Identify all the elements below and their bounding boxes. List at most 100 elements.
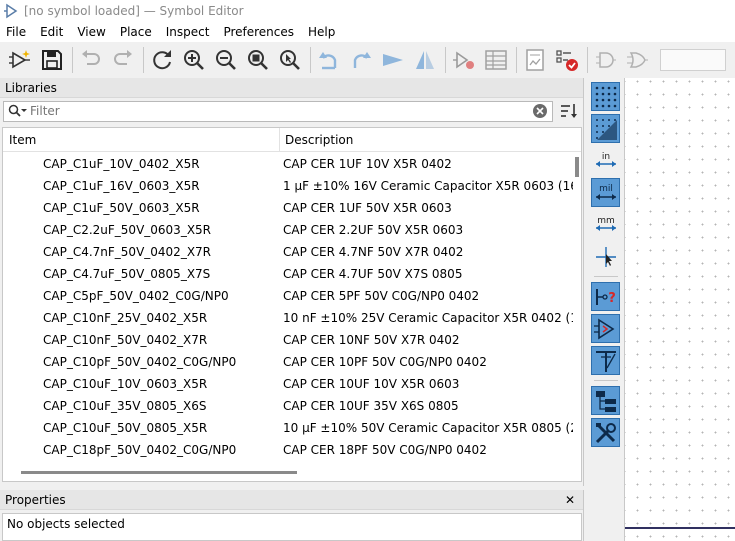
units-mm-icon: mm <box>595 216 616 231</box>
close-icon[interactable]: ✕ <box>565 493 575 507</box>
undo-button[interactable] <box>77 46 105 74</box>
pin-table-view-button[interactable] <box>591 346 620 375</box>
symbol-editor-app-icon <box>4 3 18 19</box>
row-description: CAP CER 10UF 10V X5R 0603 <box>283 377 460 391</box>
new-symbol-icon <box>9 50 30 69</box>
search-icon[interactable] <box>8 103 30 119</box>
symbol-library-tree[interactable]: Item Description CAP_C1uF_10V_0402_X5R CA… <box>2 127 582 482</box>
table-row[interactable]: CAP_C10nF_50V_0402_X7R CAP CER 10NF 50V X… <box>3 329 573 351</box>
vertical-scrollbar[interactable] <box>573 153 581 463</box>
check-icon <box>556 50 578 71</box>
datasheet-icon <box>526 49 544 71</box>
grid-overlay-icon <box>595 118 617 140</box>
table-row[interactable]: CAP_C1uF_50V_0603_X5R CAP CER 1UF 50V X5R… <box>3 197 573 219</box>
table-row[interactable]: CAP_C4.7uF_50V_0805_X7S CAP CER 4.7UF 50V… <box>3 263 573 285</box>
menu-inspect[interactable]: Inspect <box>159 25 217 39</box>
refresh-icon <box>153 50 171 70</box>
main-toolbar <box>0 42 735 78</box>
refresh-button[interactable] <box>148 46 176 74</box>
column-header-description[interactable]: Description <box>280 133 353 147</box>
mirror-horizontal-button[interactable] <box>379 46 407 74</box>
vertical-scrollbar-thumb[interactable] <box>575 157 579 177</box>
zoom-out-button[interactable] <box>212 46 240 74</box>
zoom-in-button[interactable] <box>180 46 208 74</box>
menu-view[interactable]: View <box>70 25 112 39</box>
menu-place[interactable]: Place <box>113 25 159 39</box>
mirror-vertical-button[interactable] <box>411 46 439 74</box>
new-symbol-button[interactable] <box>6 46 34 74</box>
grid-dots-button[interactable] <box>591 82 620 111</box>
save-icon <box>42 50 62 70</box>
row-description: CAP CER 1UF 10V X5R 0402 <box>283 157 452 171</box>
filter-input[interactable] <box>30 104 532 118</box>
table-row[interactable]: CAP_C10uF_10V_0603_X5R CAP CER 10UF 10V X… <box>3 373 573 395</box>
libraries-panel: Libraries Filter Item Description CAP_C1… <box>0 78 584 486</box>
undo-icon <box>82 50 100 65</box>
zoom-selection-button[interactable] <box>276 46 304 74</box>
deMorgan-standard-button[interactable] <box>592 46 620 74</box>
deMorgan-standard-icon <box>596 52 616 68</box>
grid-overlay-button[interactable] <box>591 114 620 143</box>
properties-header: Properties ✕ <box>0 490 583 510</box>
table-row[interactable]: CAP_C10uF_50V_0805_X5R 10 µF ±10% 50V Cer… <box>3 417 573 439</box>
properties-tools-button[interactable] <box>591 418 620 447</box>
vtoolbar-separator <box>594 380 618 381</box>
table-row[interactable]: CAP_C1uF_10V_0402_X5R CAP CER 1UF 10V X5R… <box>3 153 573 175</box>
clear-filter-icon[interactable] <box>532 103 548 119</box>
toolbar-separator <box>72 47 73 73</box>
toolbar-separator <box>587 47 588 73</box>
horizontal-scrollbar-thumb[interactable] <box>21 471 297 474</box>
left-canvas-toolbar: in mil mm ? <box>588 78 623 541</box>
table-row[interactable]: CAP_C10pF_50V_0402_C0G/NP0 CAP CER 10PF 5… <box>3 351 573 373</box>
table-row[interactable]: CAP_C10uF_35V_0805_X6S CAP CER 10UF 35V X… <box>3 395 573 417</box>
drawing-canvas[interactable] <box>624 78 735 541</box>
symbol-properties-button[interactable] <box>450 46 478 74</box>
row-item-name: CAP_C10uF_10V_0603_X5R <box>43 377 208 391</box>
table-row[interactable]: CAP_C4.7nF_50V_0402_X7R CAP CER 4.7NF 50V… <box>3 241 573 263</box>
datasheet-button[interactable] <box>521 46 549 74</box>
table-row[interactable]: CAP_C1uF_16V_0603_X5R 1 µF ±10% 16V Ceram… <box>3 175 573 197</box>
mirror-h-icon <box>383 54 403 66</box>
row-description: CAP CER 2.2UF 50V X5R 0603 <box>283 223 464 237</box>
pin-hidden-button[interactable]: ? <box>591 282 620 311</box>
table-row[interactable]: CAP_C5pF_50V_0402_C0G/NP0 CAP CER 5PF 50V… <box>3 285 573 307</box>
zoom-fit-button[interactable] <box>244 46 272 74</box>
symbol-editor-window: [no symbol loaded] — Symbol Editor File … <box>0 0 735 541</box>
row-description: CAP CER 18PF 50V C0G/NP0 0402 <box>283 443 487 457</box>
units-mm-button[interactable]: mm <box>591 210 620 239</box>
save-button[interactable] <box>38 46 66 74</box>
table-row[interactable]: CAP_C18pF_50V_0402_C0G/NP0 CAP CER 18PF 5… <box>3 439 573 461</box>
tree-rows: CAP_C1uF_10V_0402_X5R CAP CER 1UF 10V X5R… <box>3 153 573 461</box>
hierarchy-navigator-button[interactable] <box>591 386 620 415</box>
row-description: CAP CER 4.7UF 50V X7S 0805 <box>283 267 463 281</box>
zoom-out-icon <box>216 50 236 70</box>
rotate-cw-button[interactable] <box>347 46 375 74</box>
pin-table-button[interactable] <box>482 46 510 74</box>
menu-edit[interactable]: Edit <box>33 25 70 39</box>
sort-button[interactable] <box>558 100 580 122</box>
properties-body: No objects selected <box>2 513 582 541</box>
check-symbol-button[interactable] <box>553 46 581 74</box>
zoom-selection-icon <box>280 50 300 70</box>
table-row[interactable]: CAP_C10nF_25V_0402_X5R 10 nF ±10% 25V Cer… <box>3 307 573 329</box>
row-item-name: CAP_C1uF_16V_0603_X5R <box>43 179 200 193</box>
row-item-name: CAP_C10uF_50V_0805_X5R <box>43 421 208 435</box>
menu-preferences[interactable]: Preferences <box>216 25 301 39</box>
cursor-crosshair-button[interactable] <box>591 242 620 271</box>
redo-button[interactable] <box>109 46 137 74</box>
pin-electrical-type-button[interactable] <box>591 314 620 343</box>
menu-help[interactable]: Help <box>301 25 342 39</box>
unit-selector-field[interactable] <box>660 49 726 71</box>
rotate-ccw-button[interactable] <box>315 46 343 74</box>
properties-empty-text: No objects selected <box>7 517 125 531</box>
column-header-item[interactable]: Item <box>3 128 280 152</box>
sort-icon <box>561 104 577 118</box>
menu-file[interactable]: File <box>0 25 33 39</box>
units-inches-button[interactable]: in <box>591 146 620 175</box>
table-row[interactable]: CAP_C2.2uF_50V_0603_X5R CAP CER 2.2UF 50V… <box>3 219 573 241</box>
units-mils-button[interactable]: mil <box>591 178 620 207</box>
row-item-name: CAP_C1uF_10V_0402_X5R <box>43 157 200 171</box>
zoom-fit-icon <box>248 50 268 70</box>
deMorgan-alternate-button[interactable] <box>624 46 652 74</box>
window-title: [no symbol loaded] — Symbol Editor <box>24 4 244 18</box>
